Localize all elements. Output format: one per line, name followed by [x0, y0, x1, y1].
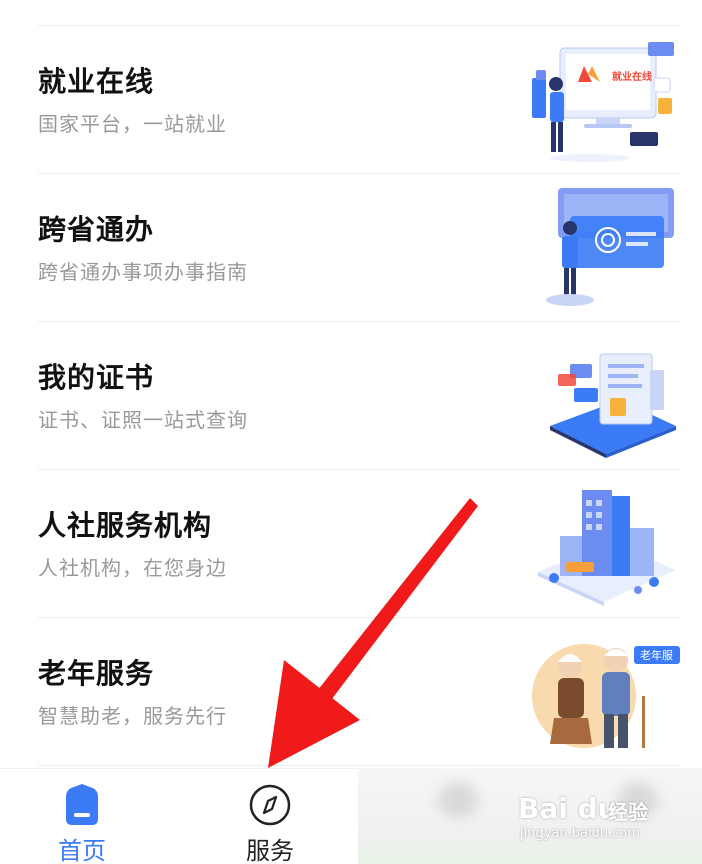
- service-item-job-online[interactable]: 就业在线 国家平台，一站就业 就业在线: [38, 26, 680, 174]
- watermark-name: 经验: [608, 800, 648, 824]
- service-item-elderly[interactable]: 老年服务 智慧助老，服务先行 老年服: [38, 618, 680, 766]
- cross-province-illustration: [546, 188, 674, 306]
- service-title: 就业在线: [38, 65, 155, 98]
- service-subtitle: 智慧助老，服务先行: [38, 704, 227, 728]
- service-title: 人社服务机构: [38, 509, 213, 542]
- service-item-my-certificate[interactable]: 我的证书 证书、证照一站式查询: [38, 322, 680, 470]
- tab-service-label: 服务: [246, 837, 294, 864]
- certificate-illustration: [550, 353, 676, 458]
- service-title: 跨省通办: [38, 213, 155, 246]
- baidu-jingyan-watermark: Bai du 经验 jingyan.baidu.com: [518, 792, 658, 848]
- service-title: 我的证书: [38, 361, 155, 394]
- tab-service[interactable]: 服务: [210, 769, 330, 864]
- watermark-url: jingyan.baidu.com: [520, 826, 640, 841]
- job-online-illustration: 就业在线: [532, 42, 674, 162]
- service-list: 就业在线 国家平台，一站就业 就业在线 跨省通办 跨省通办事项办事指南 我的证书…: [0, 26, 702, 766]
- compass-icon: [249, 784, 291, 826]
- tab-home-label: 首页: [58, 837, 106, 864]
- service-subtitle: 国家平台，一站就业: [38, 112, 227, 136]
- watermark-logo: Bai du: [518, 792, 618, 825]
- elderly-service-illustration: 老年服: [532, 644, 680, 748]
- service-subtitle: 证书、证照一站式查询: [38, 408, 248, 432]
- service-subtitle: 人社机构，在您身边: [38, 556, 227, 580]
- elderly-badge: 老年服: [640, 648, 673, 662]
- home-icon: [66, 784, 98, 825]
- service-page: 就业在线 国家平台，一站就业 就业在线 跨省通办 跨省通办事项办事指南 我的证书…: [0, 0, 702, 864]
- service-item-cross-province[interactable]: 跨省通办 跨省通办事项办事指南: [38, 174, 680, 322]
- service-item-institution[interactable]: 人社服务机构 人社机构，在您身边: [38, 470, 680, 618]
- tab-home[interactable]: 首页: [22, 769, 142, 864]
- service-institution-illustration: [538, 490, 676, 606]
- service-title: 老年服务: [38, 657, 155, 690]
- service-subtitle: 跨省通办事项办事指南: [38, 260, 248, 284]
- illustration-label: 就业在线: [612, 70, 652, 83]
